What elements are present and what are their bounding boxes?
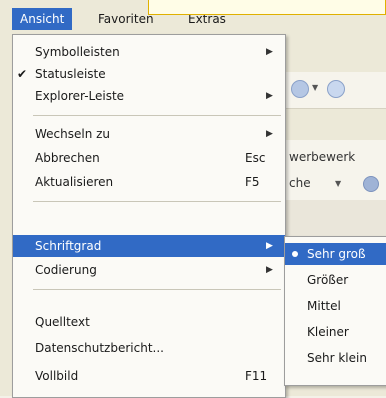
menu-item-label: Wechseln zu — [35, 127, 111, 141]
menu-item-shortcut: F5 — [245, 175, 260, 189]
menu-separator — [33, 289, 281, 290]
menu-item-label: Vollbild — [35, 369, 79, 383]
triangle-right-icon: ▶ — [266, 265, 273, 275]
menu-item-label: Abbrechen — [35, 151, 100, 165]
menu-item-schriftgrad[interactable]: Schriftgrad ▶ — [13, 235, 285, 257]
chevron-down-icon[interactable]: ▼ — [335, 179, 341, 188]
submenu-item-kleiner[interactable]: Kleiner — [285, 321, 386, 343]
triangle-right-icon: ▶ — [266, 129, 273, 139]
font-size-submenu: Sehr groß Größer Mittel Kleiner Sehr kle… — [284, 236, 386, 386]
search-label: che — [289, 176, 311, 190]
submenu-item-label: Kleiner — [307, 325, 349, 339]
submenu-item-sehr-klein[interactable]: Sehr klein — [285, 347, 386, 369]
menubar-item-ansicht[interactable]: Ansicht — [12, 8, 73, 30]
submenu-item-mittel[interactable]: Mittel — [285, 295, 386, 317]
menu-item-label: Aktualisieren — [35, 175, 114, 189]
submenu-item-label: Sehr klein — [307, 351, 367, 365]
menu-item-label: Codierung — [35, 263, 97, 277]
address-text: werbewerk — [289, 150, 356, 164]
content-area — [285, 200, 386, 240]
address-strip: werbewerk che ▼ — [285, 140, 386, 200]
radio-dot-icon — [292, 251, 298, 257]
search-strip[interactable]: che ▼ — [285, 174, 386, 196]
view-menu: Symbolleisten ▶ ✔ Statusleiste Explorer-… — [12, 34, 286, 398]
menu-item-codierung[interactable]: Codierung ▶ — [13, 259, 285, 281]
search-icon[interactable] — [363, 176, 379, 192]
menu-item-label: Schriftgrad — [35, 239, 102, 253]
refresh-icon[interactable] — [327, 80, 345, 98]
triangle-right-icon: ▶ — [266, 241, 273, 251]
menu-item-shortcut: Esc — [245, 151, 266, 165]
menu-item-aktualisieren[interactable]: Aktualisieren F5 — [13, 171, 285, 193]
menu-item-statusleiste[interactable]: ✔ Statusleiste — [13, 63, 285, 85]
menu-item-vollbild[interactable]: Vollbild F11 — [13, 365, 285, 387]
menu-item-datenschutzbericht[interactable]: Datenschutzbericht... — [13, 337, 285, 359]
menu-item-label: Datenschutzbericht... — [35, 341, 164, 355]
submenu-item-groesser[interactable]: Größer — [285, 269, 386, 291]
chevron-down-icon[interactable]: ▼ — [312, 83, 318, 92]
menu-item-shortcut: F11 — [245, 369, 268, 383]
submenu-item-label: Sehr groß — [307, 247, 366, 261]
menu-item-quelltext[interactable]: Quelltext — [13, 311, 285, 333]
menu-item-wechseln-zu[interactable]: Wechseln zu ▶ — [13, 123, 285, 145]
tooltip-box — [148, 0, 386, 15]
menu-item-symbolleisten[interactable]: Symbolleisten ▶ — [13, 41, 285, 63]
back-icon[interactable] — [291, 80, 309, 98]
submenu-item-label: Mittel — [307, 299, 341, 313]
menu-item-label: Statusleiste — [35, 67, 106, 81]
triangle-right-icon: ▶ — [266, 47, 273, 57]
menu-separator — [33, 115, 281, 116]
menu-separator — [33, 201, 281, 202]
menu-item-abbrechen[interactable]: Abbrechen Esc — [13, 147, 285, 169]
menu-item-label: Quelltext — [35, 315, 90, 329]
menu-item-explorer-leiste[interactable]: Explorer-Leiste ▶ — [13, 85, 285, 107]
menu-item-label: Symbolleisten — [35, 45, 120, 59]
submenu-item-label: Größer — [307, 273, 349, 287]
triangle-right-icon: ▶ — [266, 91, 273, 101]
menu-item-label: Explorer-Leiste — [35, 89, 125, 103]
toolbar-strip: ▼ — [285, 72, 386, 109]
submenu-item-sehr-gross[interactable]: Sehr groß — [285, 243, 386, 265]
checkmark-icon: ✔ — [17, 67, 28, 81]
